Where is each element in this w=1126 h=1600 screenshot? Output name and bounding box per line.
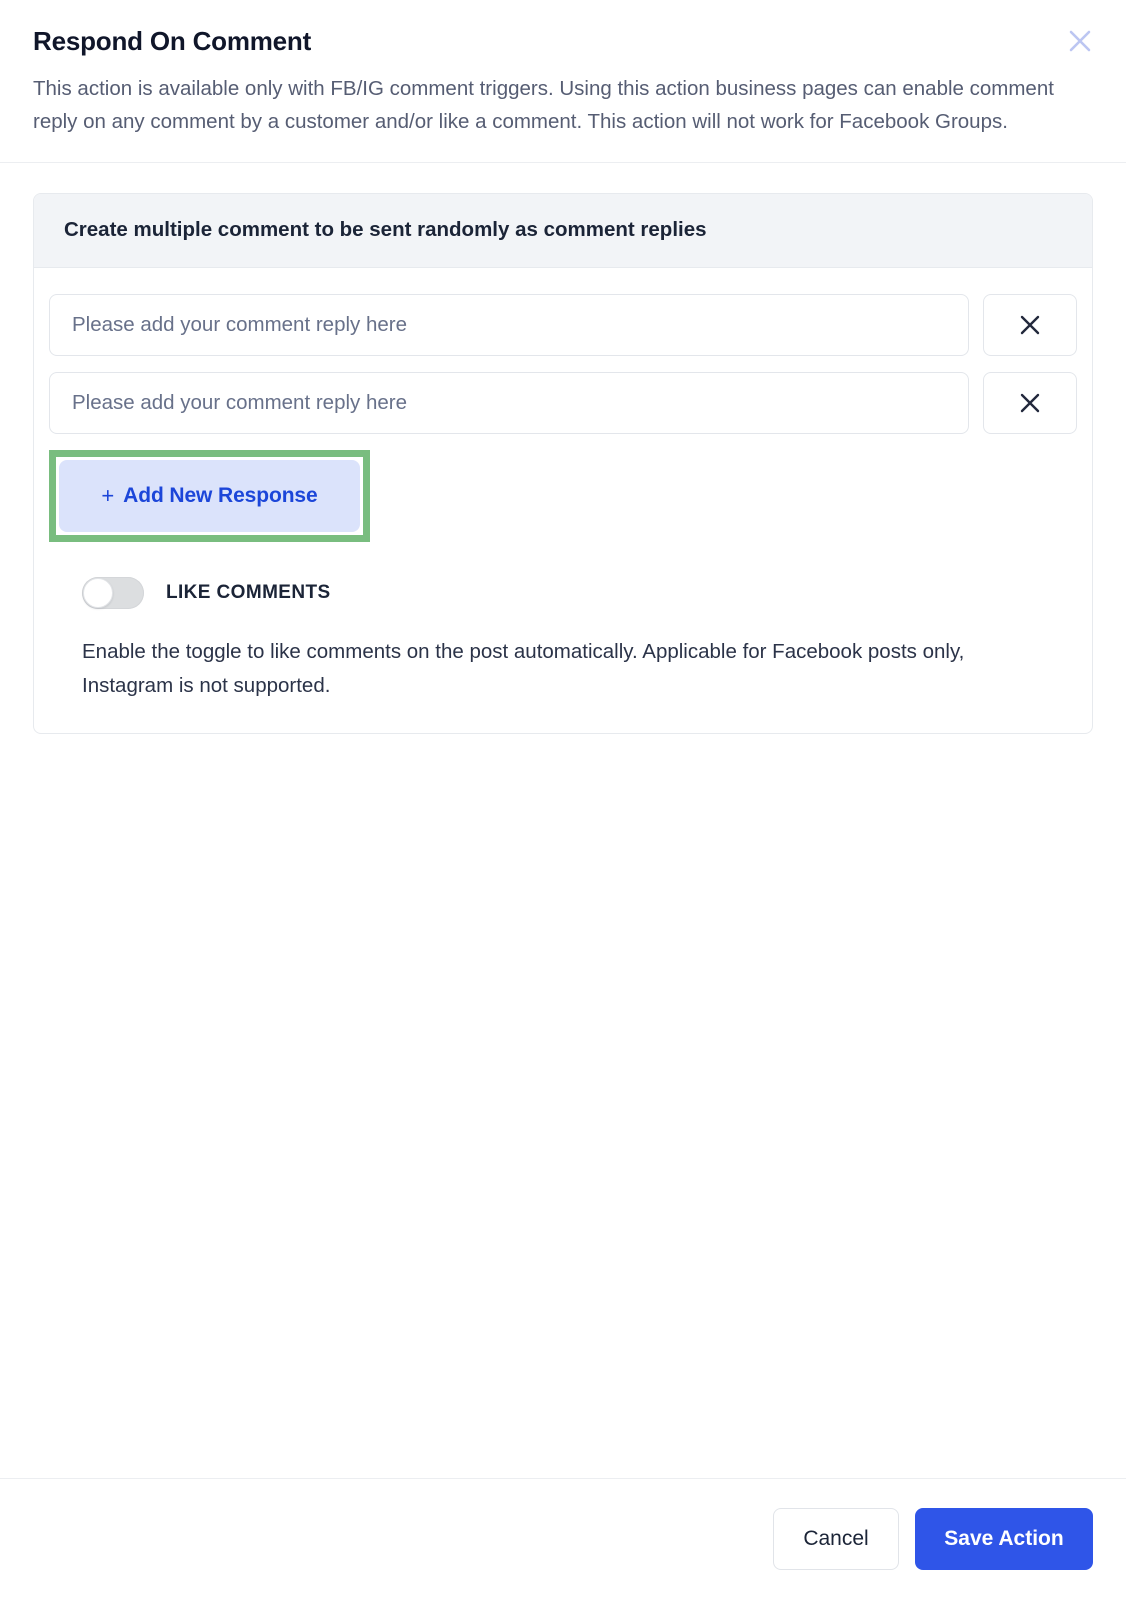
- delete-response-button-1[interactable]: [983, 294, 1077, 356]
- add-new-response-button[interactable]: + Add New Response: [59, 460, 360, 532]
- delete-response-button-2[interactable]: [983, 372, 1077, 434]
- save-action-button[interactable]: Save Action: [915, 1508, 1093, 1570]
- close-icon: [1018, 313, 1042, 337]
- like-comments-toggle[interactable]: [82, 577, 144, 609]
- close-icon: [1067, 28, 1093, 54]
- response-row: [49, 372, 1077, 434]
- responses-card-body: + Add New Response LIKE COMMENTS Enable …: [34, 268, 1092, 733]
- responses-card: Create multiple comment to be sent rando…: [33, 193, 1093, 734]
- close-button[interactable]: [1063, 24, 1097, 58]
- modal-title-row: Respond On Comment: [33, 26, 1093, 58]
- respond-on-comment-modal: Respond On Comment This action is availa…: [0, 0, 1126, 1600]
- modal-header: Respond On Comment This action is availa…: [0, 0, 1126, 163]
- toggle-knob: [83, 578, 113, 608]
- responses-card-header: Create multiple comment to be sent rando…: [34, 194, 1092, 268]
- like-comments-toggle-row: LIKE COMMENTS: [49, 577, 1077, 609]
- comment-reply-input-1[interactable]: [49, 294, 969, 356]
- plus-icon: +: [101, 483, 115, 508]
- comment-reply-input-2[interactable]: [49, 372, 969, 434]
- response-row: [49, 294, 1077, 356]
- close-icon: [1018, 391, 1042, 415]
- modal-footer: Cancel Save Action: [0, 1478, 1126, 1600]
- add-new-response-highlight: + Add New Response: [49, 450, 370, 542]
- modal-description: This action is available only with FB/IG…: [33, 77, 1054, 133]
- page-title: Respond On Comment: [33, 26, 312, 56]
- cancel-button[interactable]: Cancel: [773, 1508, 899, 1570]
- add-new-response-label: Add New Response: [123, 484, 318, 507]
- modal-body: Create multiple comment to be sent rando…: [0, 163, 1126, 1478]
- responses-card-heading: Create multiple comment to be sent rando…: [64, 218, 707, 241]
- like-comments-description: Enable the toggle to like comments on th…: [82, 640, 965, 697]
- like-comments-label: LIKE COMMENTS: [166, 582, 331, 603]
